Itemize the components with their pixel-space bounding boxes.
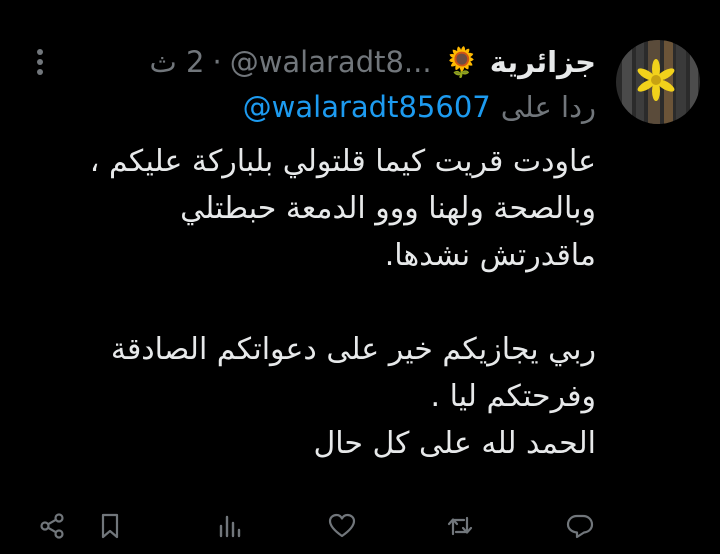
tweet-line: عاودت قريت كيما قلتولي بلباركة عليكم ، — [89, 144, 596, 179]
sunflower-badge-icon: 🌻 — [443, 44, 480, 79]
action-bar — [0, 500, 720, 554]
bookmark-button[interactable] — [90, 506, 130, 546]
replying-to: ردا على @walaradt85607 — [243, 84, 596, 130]
like-button[interactable] — [322, 506, 362, 546]
reply-icon — [566, 514, 594, 539]
tweet-header: جزائرية 🌻 @walaradt8... · 2 ث — [149, 38, 596, 86]
author-handle[interactable]: @walaradt8... — [230, 45, 432, 79]
tweet-line: وبالصحة ولهنا ووو الدمعة حبطتلي — [180, 191, 596, 226]
tweet-timestamp[interactable]: 2 ث — [149, 45, 204, 79]
more-dots-icon — [37, 49, 43, 75]
replying-prefix: ردا على — [500, 90, 596, 124]
views-button[interactable] — [210, 506, 250, 546]
like-icon — [328, 513, 356, 538]
retweet-button[interactable] — [440, 506, 480, 546]
views-icon — [219, 515, 241, 538]
tweet-line: وفرحتكم ليا . — [430, 379, 596, 414]
tweet-line: الحمد لله على كل حال — [313, 426, 596, 461]
more-options-button[interactable] — [28, 42, 52, 82]
replying-handle-link[interactable]: @walaradt85607 — [243, 90, 491, 124]
reply-button[interactable] — [560, 506, 600, 546]
tweet-line: ماقدرتش نشدها. — [384, 238, 596, 273]
avatar[interactable] — [616, 40, 700, 124]
share-icon — [40, 513, 64, 539]
header-separator: · — [212, 45, 222, 79]
bookmark-icon — [101, 513, 119, 539]
tweet-line: ربي يجازيكم خير على دعواتكم الصادقة — [110, 332, 596, 367]
tweet-text: عاودت قريت كيما قلتولي بلباركة عليكم ، و… — [16, 138, 596, 467]
retweet-icon — [447, 516, 473, 536]
share-button[interactable] — [32, 506, 72, 546]
author-name[interactable]: جزائرية — [490, 45, 596, 79]
